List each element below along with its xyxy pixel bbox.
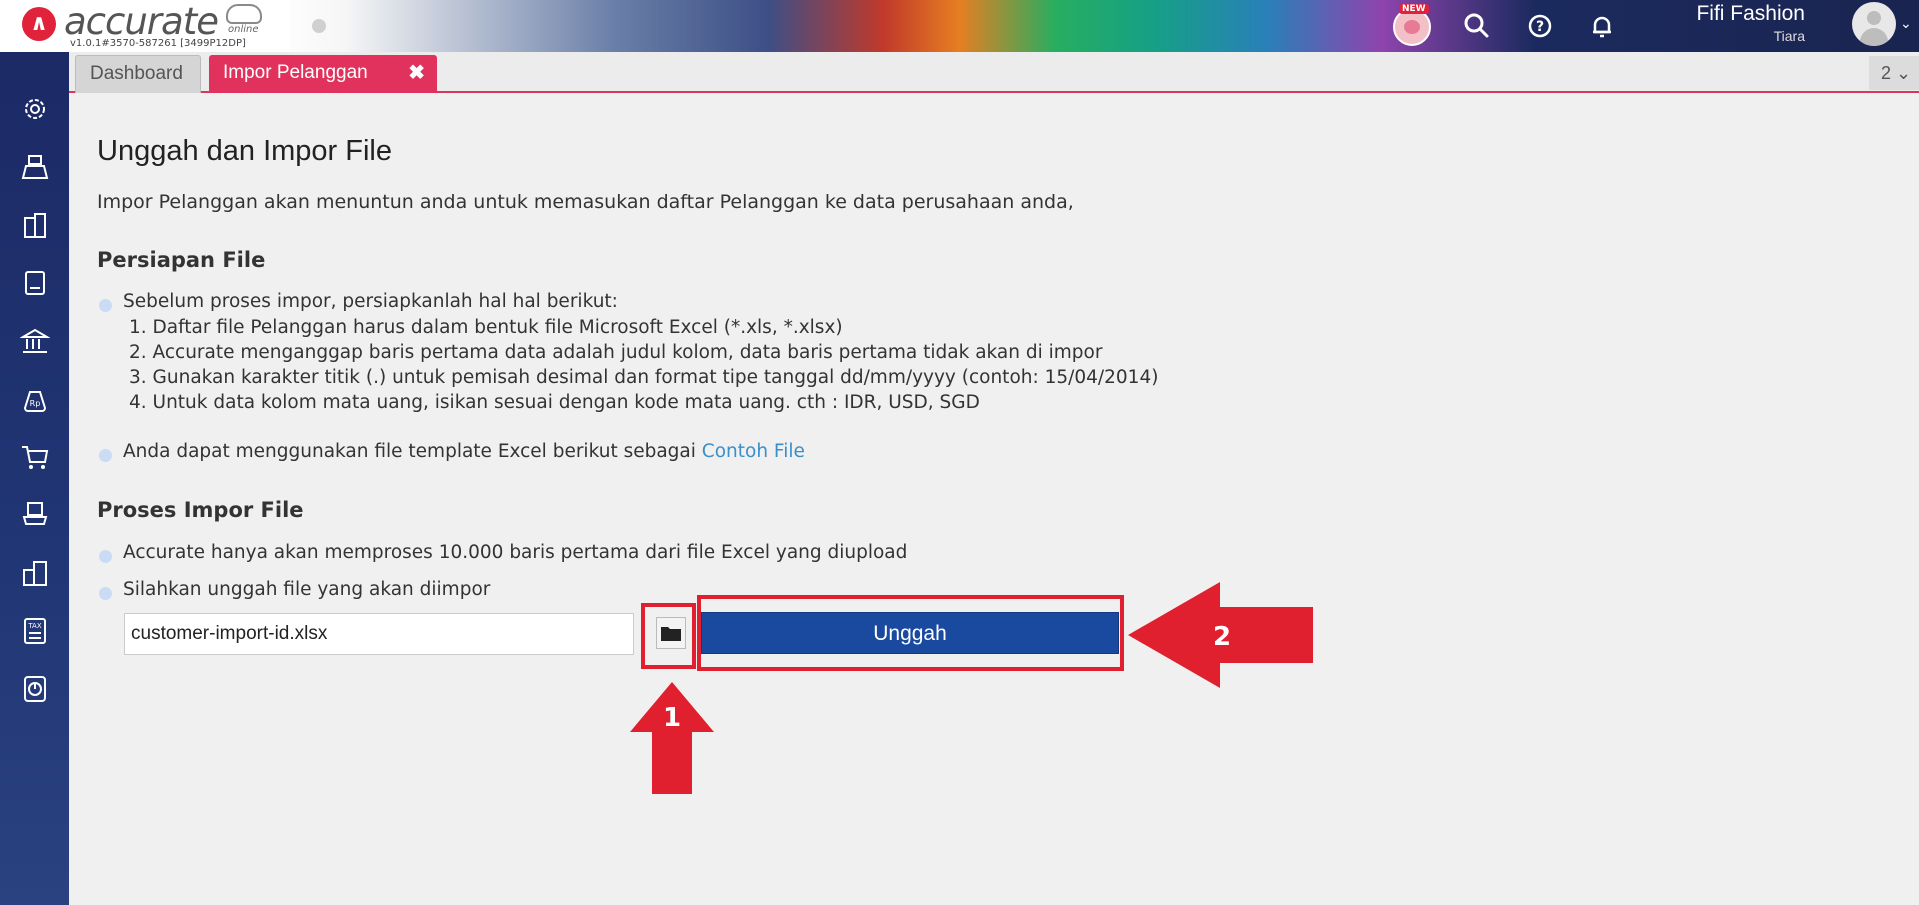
intro-text: Impor Pelanggan akan menuntun anda untuk…	[97, 191, 1074, 213]
tax-icon[interactable]: TAX	[18, 614, 52, 648]
upload-instruction-text: Silahkan unggah file yang akan diimpor	[123, 579, 491, 600]
bullet-icon	[99, 299, 112, 312]
avatar[interactable]	[1852, 2, 1896, 46]
logo-sub: online	[228, 24, 259, 35]
cash-register-icon[interactable]	[18, 150, 52, 184]
annotation-label-1: 1	[663, 703, 681, 733]
bell-icon[interactable]	[1586, 10, 1618, 42]
warehouse-icon[interactable]	[18, 556, 52, 590]
limit-text: Accurate hanya akan memproses 10.000 bar…	[123, 542, 908, 563]
help-icon[interactable]: ?	[1524, 10, 1556, 42]
tab-dashboard[interactable]: Dashboard	[75, 55, 201, 93]
prep-item-4: 4. Untuk data kolom mata uang, isikan se…	[129, 392, 980, 413]
annotation-arrow-1: 1	[630, 682, 714, 794]
money-bag-icon[interactable]: Rp	[18, 382, 52, 416]
bank-icon[interactable]	[18, 324, 52, 358]
bullet-icon	[99, 587, 112, 600]
prep-item-2: 2. Accurate menganggap baris pertama dat…	[129, 342, 1103, 363]
prep-item-1: 1. Daftar file Pelanggan harus dalam ben…	[129, 317, 843, 338]
book-icon[interactable]	[18, 266, 52, 300]
accurate-logo-icon: ∧	[22, 7, 56, 41]
annotation-arrow-2: 2	[1128, 582, 1313, 688]
new-badge-label: NEW	[1399, 4, 1429, 14]
mascot-icon	[1404, 20, 1420, 34]
sidebar: Rp TAX	[0, 52, 69, 905]
purchase-cart-icon[interactable]	[18, 498, 52, 532]
chevron-down-icon[interactable]: ⌄	[1900, 16, 1912, 32]
annotation-box-1	[641, 603, 696, 669]
file-path-input[interactable]: customer-import-id.xlsx	[124, 613, 634, 655]
annotation-label-2: 2	[1213, 622, 1231, 652]
annotation-box-2	[697, 595, 1124, 671]
cart-icon[interactable]	[18, 440, 52, 474]
status-dot	[312, 19, 326, 33]
section-title-persiapan: Persiapan File	[97, 248, 266, 272]
tab-label: Impor Pelanggan	[223, 62, 368, 83]
tab-impor-pelanggan[interactable]: Impor Pelanggan ✖	[209, 55, 437, 93]
svg-text:TAX: TAX	[27, 622, 42, 630]
new-feature-button[interactable]: NEW	[1393, 4, 1431, 46]
logo-text: accurate	[64, 0, 219, 43]
svg-text:?: ?	[1536, 19, 1544, 35]
company-name[interactable]: Fifi Fashion	[1696, 2, 1805, 26]
building-icon[interactable]	[18, 208, 52, 242]
version-text: v1.0.1#3570-587261 [3499P12DP]	[70, 38, 246, 49]
prep-intro-text: Sebelum proses impor, persiapkanlah hal …	[123, 291, 618, 312]
tab-count-dropdown[interactable]: 2 ⌄	[1869, 56, 1919, 90]
main-content: Unggah dan Impor File Impor Pelanggan ak…	[69, 95, 1919, 905]
cloud-icon	[226, 4, 262, 24]
bullet-icon	[99, 550, 112, 563]
tab-bar: Dashboard Impor Pelanggan ✖ 2 ⌄	[69, 52, 1919, 93]
page-title: Unggah dan Impor File	[97, 135, 392, 167]
close-icon[interactable]: ✖	[408, 55, 425, 91]
sample-file-link[interactable]: Contoh File	[702, 441, 805, 462]
report-icon[interactable]	[18, 672, 52, 706]
bullet-icon	[99, 449, 112, 462]
gear-icon[interactable]	[18, 92, 52, 126]
section-title-proses: Proses Impor File	[97, 498, 304, 522]
svg-text:Rp: Rp	[30, 399, 41, 408]
search-icon[interactable]	[1461, 10, 1493, 42]
logo-area: ∧ accurate online v1.0.1#3570-587261 [34…	[0, 0, 290, 52]
top-header: ∧ accurate online v1.0.1#3570-587261 [34…	[0, 0, 1919, 52]
user-name: Tiara	[1773, 28, 1805, 44]
prep-item-3: 3. Gunakan karakter titik (.) untuk pemi…	[129, 367, 1159, 388]
template-text: Anda dapat menggunakan file template Exc…	[123, 441, 805, 462]
